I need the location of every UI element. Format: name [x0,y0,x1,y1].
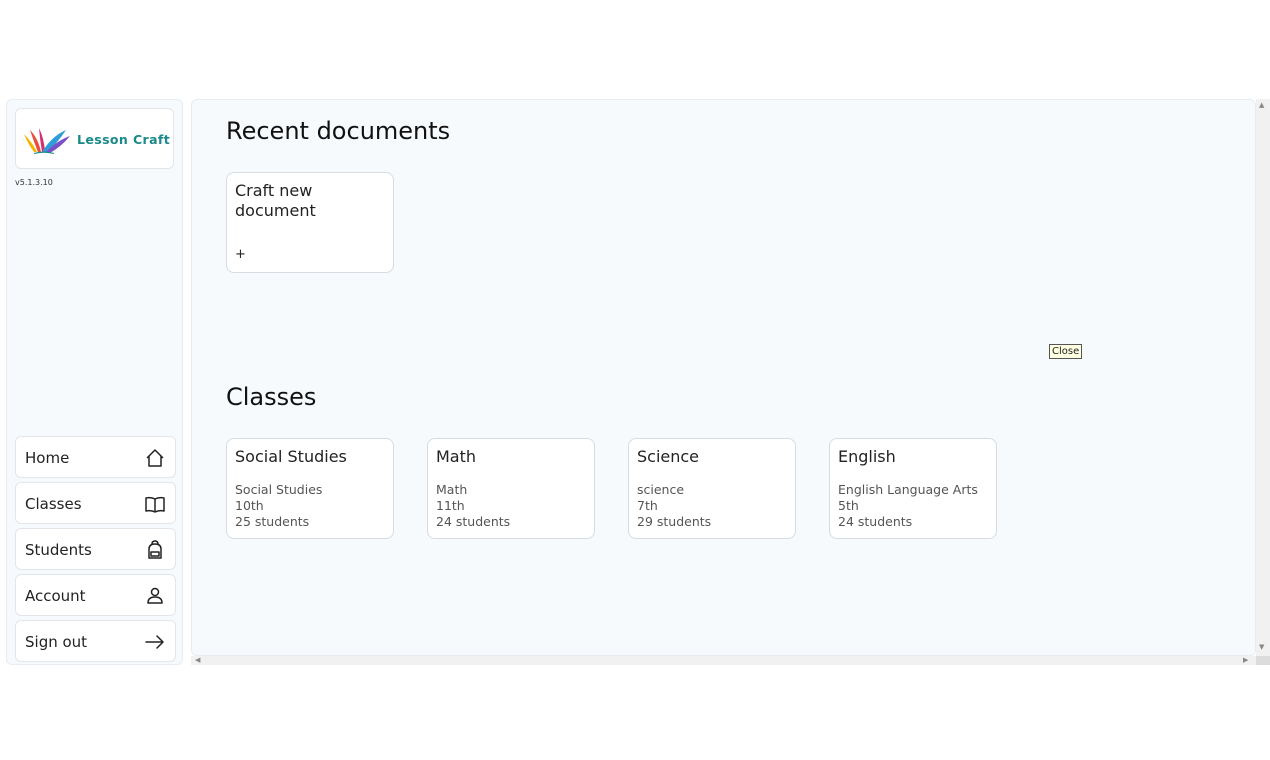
class-card-social-studies[interactable]: Social Studies Social Studies 10th 25 st… [226,438,394,539]
arrow-right-icon [145,635,164,649]
classes-title: Classes [226,383,317,411]
class-grade: 10th [235,498,264,513]
scrollbar-corner [1256,656,1270,665]
scroll-right-icon[interactable]: ▶ [1243,657,1248,664]
class-name: English [838,447,896,466]
plus-icon: + [235,247,246,262]
class-subject: Math [436,482,468,497]
home-icon [146,449,164,467]
sidebar-nav: Home Classes Students Account Sign out [15,436,176,666]
vertical-scrollbar[interactable]: ▲ ▼ [1256,99,1270,656]
class-subject: English Language Arts [838,482,978,497]
new-document-label: Craft new document [235,181,316,220]
class-card-math[interactable]: Math Math 11th 24 students [427,438,595,539]
class-student-count: 25 students [235,514,310,529]
sidebar-item-students[interactable]: Students [15,528,176,570]
class-student-count: 29 students [637,514,712,529]
user-icon [147,587,163,604]
sidebar-item-label: Sign out [25,633,88,651]
class-name: Social Studies [235,447,347,466]
sidebar-item-label: Classes [25,495,82,513]
horizontal-scrollbar[interactable]: ◀ ▶ [191,656,1256,665]
class-student-count: 24 students [436,514,511,529]
logo-book-icon [24,128,70,154]
craft-new-document-card[interactable]: Craft new document + [226,172,394,273]
sidebar-item-label: Home [25,449,70,467]
class-grade: 11th [436,498,465,513]
scroll-left-icon[interactable]: ◀ [195,657,200,664]
version-label: v5.1.3.10 [15,178,53,187]
class-card-english[interactable]: English English Language Arts 5th 24 stu… [829,438,997,539]
class-subject: science [637,482,685,497]
close-tooltip: Close [1049,344,1083,359]
class-grade: 5th [838,498,859,513]
logo-text: Lesson Craft [77,132,171,147]
main-content: Recent documents Craft new document + Cl… [191,99,1256,656]
recent-documents-title: Recent documents [226,117,451,145]
book-icon [145,496,165,513]
logo[interactable]: Lesson Craft [15,108,174,169]
app-window: Lesson Craft v5.1.3.10 Home Classes Stud… [6,99,1270,665]
sidebar-item-classes[interactable]: Classes [15,482,176,524]
class-name: Math [436,447,477,466]
sidebar-item-home[interactable]: Home [15,436,176,478]
class-grade: 7th [637,498,658,513]
sidebar: Lesson Craft v5.1.3.10 Home Classes Stud… [6,99,183,665]
class-subject: Social Studies [235,482,323,497]
scroll-down-icon[interactable]: ▼ [1259,644,1264,651]
class-name: Science [637,447,700,466]
class-student-count: 24 students [838,514,913,529]
sidebar-item-label: Students [25,541,92,559]
sidebar-item-label: Account [25,587,86,605]
class-card-science[interactable]: Science science 7th 29 students [628,438,796,539]
scroll-up-icon[interactable]: ▲ [1259,102,1264,109]
sidebar-item-sign-out[interactable]: Sign out [15,620,176,662]
backpack-icon [148,540,162,559]
sidebar-item-account[interactable]: Account [15,574,176,616]
